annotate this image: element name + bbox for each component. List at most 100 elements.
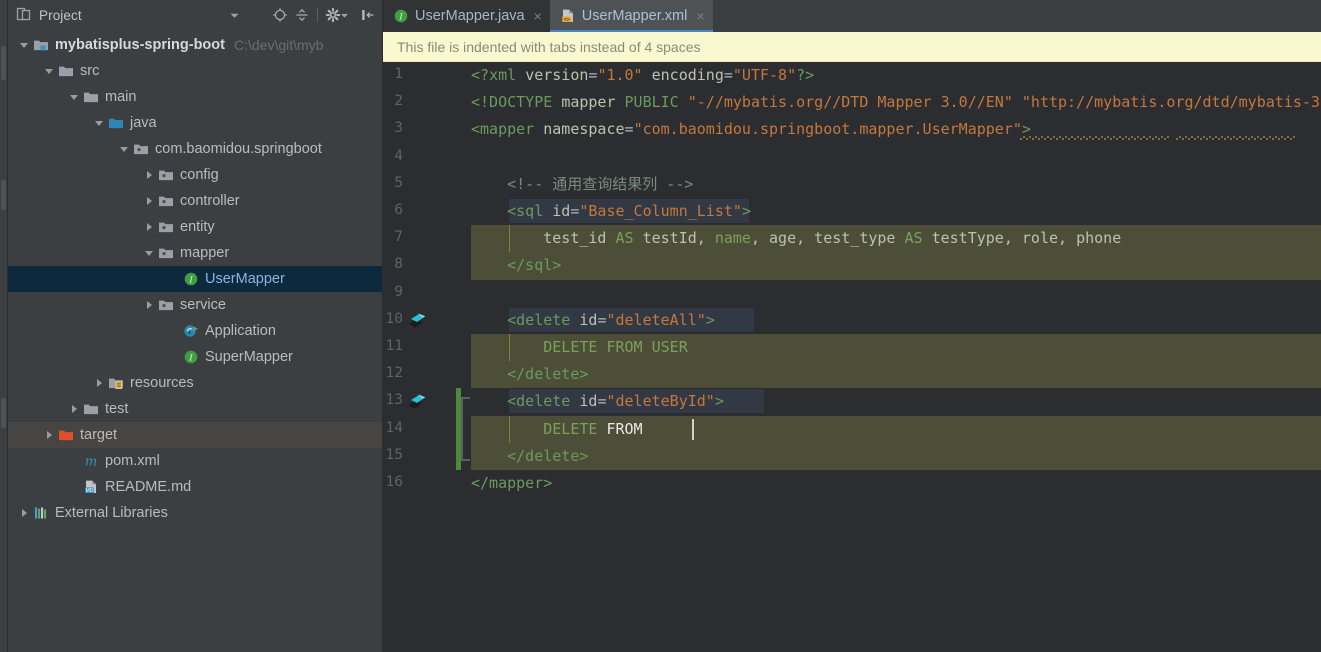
code-line[interactable] — [383, 280, 1321, 307]
line-number: 9 — [394, 283, 403, 300]
code-line[interactable]: </mapper> — [383, 470, 1321, 497]
line-number: 7 — [394, 229, 403, 246]
code-line[interactable]: DELETE FROM — [383, 416, 1321, 443]
tree-node[interactable]: I SuperMapper — [8, 344, 383, 370]
hide-panel-icon[interactable] — [357, 4, 379, 26]
mybatis-navigate-icon[interactable] — [405, 308, 429, 332]
tree-node[interactable]: entity — [8, 214, 383, 240]
code-token: "deleteAll" — [606, 310, 706, 329]
code-token: version — [525, 66, 589, 84]
code-token: <sql — [471, 202, 553, 220]
tree-node[interactable]: MD README.md — [8, 474, 383, 500]
expand-arrow-icon[interactable] — [66, 396, 82, 422]
indent-notification-bar[interactable]: This file is indented with tabs instead … — [383, 32, 1321, 62]
code-folding-bracket[interactable] — [461, 397, 471, 461]
collapse-arrow-icon[interactable] — [41, 58, 57, 84]
expand-arrow-icon[interactable] — [141, 188, 157, 214]
tree-node[interactable]: target — [8, 422, 383, 448]
code-line[interactable]: <!-- 通用查询结果列 --> — [383, 171, 1321, 198]
code-token: = — [723, 66, 733, 84]
collapse-arrow-icon[interactable] — [66, 84, 82, 110]
code-token: <delete — [471, 310, 580, 329]
tool-window-strip — [0, 0, 8, 652]
expand-arrow-icon[interactable] — [141, 292, 157, 318]
tree-node[interactable]: resources — [8, 370, 383, 396]
no-arrow-spacer — [66, 448, 82, 474]
code-line[interactable]: </sql> — [383, 252, 1321, 279]
package-icon — [157, 292, 175, 318]
collapse-arrow-icon[interactable] — [116, 136, 132, 162]
no-arrow-spacer — [166, 318, 182, 344]
code-line[interactable]: <?xml version="1.0" encoding="UTF-8"?> — [383, 62, 1321, 89]
tree-node[interactable]: External Libraries — [8, 500, 383, 526]
package-icon — [157, 162, 175, 188]
tree-node[interactable]: com.baomidou.springboot — [8, 136, 383, 162]
expand-arrow-icon[interactable] — [141, 214, 157, 240]
expand-arrow-icon[interactable] — [141, 162, 157, 188]
tree-node[interactable]: service — [8, 292, 383, 318]
code-line[interactable]: </delete> — [383, 443, 1321, 470]
code-token: , age, test_type — [750, 229, 905, 248]
strip-nub-3[interactable] — [1, 398, 6, 428]
editor-gutter[interactable]: 1 2 3 4 5 6 7 8 9 10 11 12 13 14 15 16 — [383, 62, 471, 652]
code-editor[interactable]: <?xml version="1.0" encoding="UTF-8"?> <!… — [383, 62, 1321, 652]
tree-node[interactable]: m pom.xml — [8, 448, 383, 474]
project-tree[interactable]: mybatisplus-spring-boot C:\dev\git\myb src… — [8, 30, 383, 652]
code-line[interactable]: DELETE FROM USER — [383, 334, 1321, 361]
code-line[interactable]: </delete> — [383, 361, 1321, 388]
code-line[interactable]: <delete id="deleteById"> — [383, 388, 1321, 415]
collapse-arrow-icon[interactable] — [16, 32, 32, 58]
tree-node[interactable]: java — [8, 110, 383, 136]
code-line[interactable] — [383, 144, 1321, 171]
close-icon[interactable]: × — [696, 9, 704, 23]
code-line[interactable]: <delete id="deleteAll"> — [383, 307, 1321, 334]
code-token: </delete> — [471, 365, 589, 384]
collapse-arrow-icon[interactable] — [91, 110, 107, 136]
tree-node[interactable]: controller — [8, 188, 383, 214]
tree-node[interactable]: mapper — [8, 240, 383, 266]
maven-icon: m — [82, 448, 100, 474]
locate-icon[interactable] — [269, 4, 291, 26]
expand-arrow-icon[interactable] — [91, 370, 107, 396]
tree-node-label: External Libraries — [55, 505, 168, 521]
tree-node[interactable]: config — [8, 162, 383, 188]
editor-tab-usermapper-xml[interactable]: <> UserMapper.xml × — [549, 0, 713, 32]
gear-dropdown-arrow[interactable] — [340, 8, 349, 23]
strip-nub-2[interactable] — [1, 180, 6, 210]
code-token: id — [579, 392, 598, 411]
code-line[interactable]: test_id AS testId, name, age, test_type … — [383, 225, 1321, 252]
markdown-icon: MD — [82, 474, 100, 500]
code-token: "http://mybatis.org/dtd/mybatis-3 — [1021, 93, 1320, 112]
code-token: <delete — [471, 392, 580, 411]
tree-node-label: pom.xml — [105, 453, 160, 469]
collapse-arrow-icon[interactable] — [141, 240, 157, 266]
collapse-all-icon[interactable] — [291, 4, 313, 26]
code-token: namespace — [543, 120, 625, 139]
toolbar-divider — [317, 8, 318, 22]
editor-scrollbar[interactable] — [1308, 62, 1321, 652]
code-token: "deleteById" — [606, 392, 715, 411]
libraries-icon — [32, 500, 50, 526]
strip-nub-1[interactable] — [1, 46, 6, 80]
expand-arrow-icon[interactable] — [16, 500, 32, 526]
tree-node[interactable]: mybatisplus-spring-boot C:\dev\git\myb — [8, 32, 383, 58]
tree-node-selected[interactable]: I UserMapper — [8, 266, 383, 292]
tree-node[interactable]: src — [8, 58, 383, 84]
text-caret — [691, 418, 694, 440]
code-line[interactable]: <!DOCTYPE mapper PUBLIC "-//mybatis.org/… — [383, 89, 1321, 116]
tree-node[interactable]: test — [8, 396, 383, 422]
mybatis-navigate-icon[interactable] — [405, 389, 429, 413]
code-line[interactable]: <sql id="Base_Column_List"> — [383, 198, 1321, 225]
tab-bar-filler — [712, 0, 1321, 32]
line-number: 3 — [394, 120, 403, 137]
tree-node[interactable]: main — [8, 84, 383, 110]
tree-node[interactable]: Application — [8, 318, 383, 344]
editor-tab-usermapper-java[interactable]: I UserMapper.java × — [383, 0, 550, 32]
code-token: AS — [904, 229, 923, 248]
editor-tab-bar: I UserMapper.java × <> UserMapper.xml × — [383, 0, 1321, 32]
excluded-folder-icon — [57, 422, 75, 448]
project-view-dropdown[interactable] — [223, 4, 245, 26]
expand-arrow-icon[interactable] — [41, 422, 57, 448]
close-icon[interactable]: × — [534, 9, 542, 23]
no-arrow-spacer — [166, 266, 182, 292]
